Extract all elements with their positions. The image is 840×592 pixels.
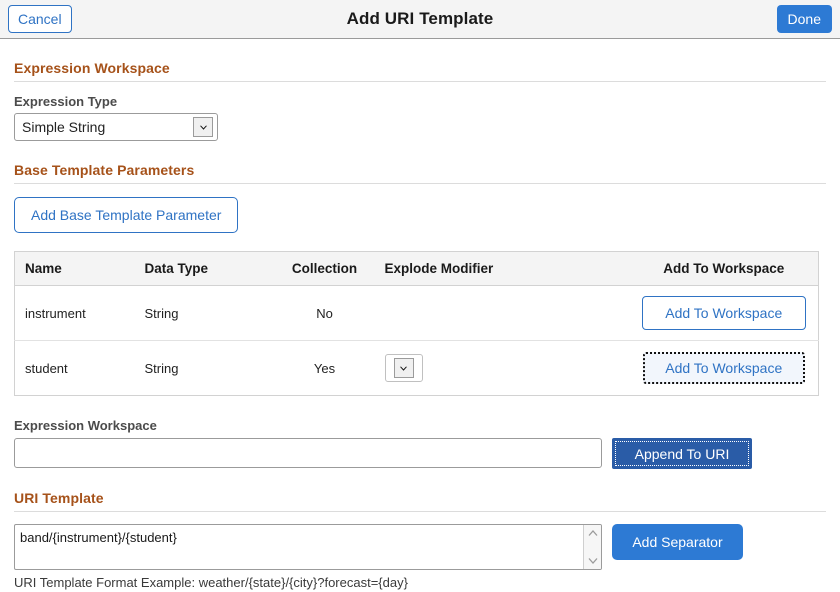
uri-template-textarea[interactable]: band/{instrument}/{student} (14, 524, 602, 570)
titlebar: Cancel Add URI Template Done (0, 0, 840, 39)
column-header-collection: Collection (274, 251, 375, 286)
cell-collection: Yes (313, 360, 336, 376)
chevron-down-icon (193, 117, 213, 137)
add-separator-button[interactable]: Add Separator (612, 524, 743, 560)
cell-add-to-workspace: Add To Workspace (630, 341, 819, 396)
append-to-uri-button[interactable]: Append To URI (612, 438, 752, 469)
cell-explode-modifier (374, 285, 630, 341)
cell-name: student (25, 360, 68, 376)
column-header-data-type: Data Type (134, 251, 275, 286)
column-header-add-to-workspace: Add To Workspace (629, 251, 819, 286)
expression-workspace-row: Append To URI (14, 438, 826, 469)
chevron-down-glyph (399, 366, 408, 371)
chevron-down-glyph (199, 125, 207, 130)
section-heading-uri-template: URI Template (14, 469, 826, 512)
table-header-row: Name Data Type Collection Explode Modifi… (14, 251, 819, 286)
cell-data-type: String (134, 285, 275, 341)
uri-template-value: band/{instrument}/{student} (20, 530, 177, 545)
cell-add-to-workspace: Add To Workspace (629, 285, 819, 341)
cell-name: instrument (14, 285, 135, 341)
chevron-down-icon[interactable] (588, 556, 598, 565)
cell-data-type: String (144, 360, 179, 376)
uri-template-hint: URI Template Format Example: weather/{st… (14, 575, 408, 590)
page-title: Add URI Template (346, 9, 494, 28)
table-row: instrument String No Add To Workspace (14, 285, 819, 341)
section-heading-base-template-parameters: Base Template Parameters (14, 141, 826, 184)
base-template-parameters-table: Name Data Type Collection Explode Modifi… (14, 251, 819, 396)
column-header-name: Name (14, 251, 135, 286)
column-header-explode-modifier: Explode Modifier (374, 251, 630, 286)
expression-workspace-input[interactable] (14, 438, 602, 468)
table-row: student String Yes Add To Workspace (15, 341, 819, 396)
expression-workspace-field-label: Expression Workspace (14, 418, 157, 433)
table-header: Name Data Type Collection Explode Modifi… (14, 251, 819, 286)
add-to-workspace-button[interactable]: Add To Workspace (641, 296, 806, 330)
explode-modifier-select[interactable] (384, 354, 423, 382)
cell-collection: No (274, 285, 375, 341)
section-heading-expression-workspace: Expression Workspace (14, 39, 826, 82)
page-body: Expression Workspace Expression Type Sim… (0, 39, 840, 590)
chevron-down-icon (393, 358, 414, 378)
cell-explode-modifier (375, 341, 630, 396)
table-body: instrument String No Add To Workspace st… (14, 285, 819, 396)
chevron-up-icon[interactable] (588, 529, 598, 538)
uri-template-scrollbar[interactable] (583, 525, 601, 569)
expression-type-value: Simple String (22, 119, 106, 135)
add-base-template-parameter-button[interactable]: Add Base Template Parameter (14, 197, 239, 233)
uri-template-row: band/{instrument}/{student} Add Separato… (14, 524, 826, 570)
done-button[interactable]: Done (776, 5, 832, 33)
expression-type-select[interactable]: Simple String (14, 113, 218, 141)
add-to-workspace-button[interactable]: Add To Workspace (641, 351, 806, 385)
expression-type-label: Expression Type (14, 94, 118, 109)
